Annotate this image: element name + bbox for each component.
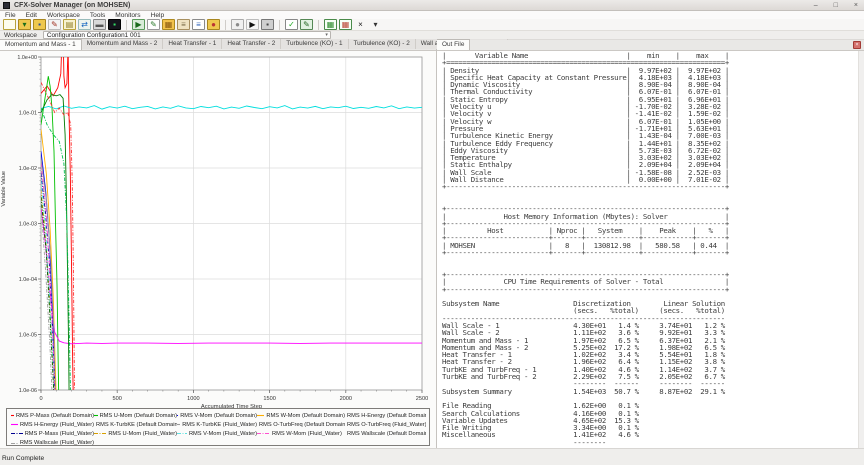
main-area: Momentum and Mass - 1Momentum and Mass -… bbox=[0, 40, 864, 448]
svg-text:1.0e+00: 1.0e+00 bbox=[17, 55, 37, 61]
start-run-icon[interactable]: ▶ bbox=[246, 19, 259, 30]
menubar: FileEditWorkspaceToolsMonitorsHelp bbox=[0, 11, 864, 19]
tab-momentum-and-mass-1[interactable]: Momentum and Mass - 1 bbox=[0, 39, 82, 50]
more-icon[interactable]: ▾ bbox=[369, 19, 382, 30]
svg-text:1.0e-04: 1.0e-04 bbox=[19, 277, 37, 283]
legend-item: RMS K-TurbKE (Fluid_Water) bbox=[177, 422, 257, 428]
tab-momentum-and-mass-2[interactable]: Momentum and Mass - 2 bbox=[82, 39, 164, 49]
legend-item: RMS U-Mom (Fluid_Water) bbox=[94, 431, 177, 437]
legend-item: RMS K-TurbKE (Default Domain) bbox=[94, 422, 177, 428]
residual-chart: Variable Value 0 500 1000 1500 2000 2500 1.0e+… bbox=[0, 51, 437, 408]
legend-item: RMS U-Mom (Default Domain) bbox=[94, 413, 177, 419]
notes-icon[interactable]: ≡ bbox=[177, 19, 190, 30]
legend-item: RMS H-Energy (Fluid_Water) bbox=[11, 422, 94, 428]
out-file-scrollbar[interactable] bbox=[858, 51, 864, 448]
workspace-combobox[interactable]: Configuration Configuration1 001 ▾ bbox=[43, 31, 331, 39]
toolbar: ▾▪✎▤⇄▬▪▶✎▦≡≡●●▶▪✓✎▦▦×▾ bbox=[0, 19, 864, 31]
legend-item: RMS Wallscale (Default Domain) bbox=[345, 431, 426, 437]
monitor-tabbar: Momentum and Mass - 1Momentum and Mass -… bbox=[0, 40, 436, 51]
stop-icon[interactable]: × bbox=[354, 19, 367, 30]
svg-text:2500: 2500 bbox=[416, 396, 428, 402]
define-run-icon[interactable]: ▶ bbox=[132, 19, 145, 30]
svg-text:2000: 2000 bbox=[340, 396, 352, 402]
legend-item: RMS H-Energy (Default Domain) bbox=[345, 413, 426, 419]
out-file-panel: Out File × | Variable Name | min | max |… bbox=[437, 40, 864, 448]
new-file-icon[interactable] bbox=[3, 19, 16, 30]
tab-heat-transfer-1[interactable]: Heat Transfer - 1 bbox=[163, 39, 222, 49]
table-icon[interactable]: ▦ bbox=[324, 19, 337, 30]
toolbar-separator bbox=[126, 20, 127, 30]
open-file-icon[interactable]: ▾ bbox=[18, 19, 31, 30]
out-file-text: | Variable Name | min | max | +=========… bbox=[437, 51, 858, 448]
legend-item: RMS V-Mom (Fluid_Water) bbox=[177, 431, 257, 437]
titlebar: CFX-Solver Manager (on MOHSEN) – □ × bbox=[0, 0, 864, 11]
menu-workspace[interactable]: Workspace bbox=[42, 12, 85, 19]
legend-item: RMS O-TurbFreq (Default Domain) bbox=[257, 422, 345, 428]
solver-control-icon[interactable]: ▦ bbox=[162, 19, 175, 30]
edit-definition-icon[interactable]: ✎ bbox=[147, 19, 160, 30]
save-state-icon[interactable]: ▪ bbox=[261, 19, 274, 30]
copy-icon[interactable]: ▤ bbox=[63, 19, 76, 30]
chart-canvas: 0 500 1000 1500 2000 2500 1.0e+00 1.0e-01 1.0e-0… bbox=[0, 51, 437, 408]
monitor-panel: Momentum and Mass - 1Momentum and Mass -… bbox=[0, 40, 437, 448]
refresh-icon[interactable]: ⇄ bbox=[78, 19, 91, 30]
workspace-label: Workspace bbox=[0, 32, 43, 39]
status-text: Run Complete bbox=[2, 455, 44, 462]
app-icon bbox=[3, 2, 10, 9]
print-icon[interactable]: ▬ bbox=[93, 19, 106, 30]
menu-file[interactable]: File bbox=[0, 12, 21, 19]
toolbar-separator bbox=[225, 20, 226, 30]
svg-text:500: 500 bbox=[113, 396, 122, 402]
legend-item: RMS P-Mass (Default Domain) bbox=[11, 413, 94, 419]
cfx-solver-manager-window: CFX-Solver Manager (on MOHSEN) – □ × Fil… bbox=[0, 0, 864, 465]
statusbar: Run Complete bbox=[0, 448, 864, 465]
minimize-button[interactable]: – bbox=[814, 1, 818, 10]
legend-item: RMS W-Mom (Default Domain) bbox=[257, 413, 345, 419]
svg-text:0: 0 bbox=[39, 396, 42, 402]
legend-item: RMS P-Mass (Fluid_Water) bbox=[11, 431, 94, 437]
tab-out-file[interactable]: Out File bbox=[437, 39, 470, 50]
y-axis-title: Variable Value bbox=[1, 171, 7, 207]
display-icon[interactable]: ▪ bbox=[108, 19, 121, 30]
menu-tools[interactable]: Tools bbox=[85, 12, 110, 19]
toolbar-separator bbox=[318, 20, 319, 30]
svg-text:1.0e-03: 1.0e-03 bbox=[19, 222, 37, 228]
svg-text:1.0e-05: 1.0e-05 bbox=[19, 333, 37, 339]
tab-turbulence-ko-1[interactable]: Turbulence (KO) - 1 bbox=[281, 39, 348, 49]
menu-monitors[interactable]: Monitors bbox=[110, 12, 145, 19]
chevron-down-icon: ▾ bbox=[325, 32, 330, 38]
legend-item: RMS V-Mom (Default Domain) bbox=[177, 413, 257, 419]
table-export-icon[interactable]: ▦ bbox=[339, 19, 352, 30]
edit-icon[interactable]: ✎ bbox=[48, 19, 61, 30]
menu-edit[interactable]: Edit bbox=[21, 12, 42, 19]
legend-item: RMS O-TurbFreq (Fluid_Water) bbox=[345, 422, 426, 428]
out-file-close-button[interactable]: × bbox=[853, 41, 861, 49]
legend-item: RMS W-Mom (Fluid_Water) bbox=[257, 431, 345, 437]
chart-legend: RMS P-Mass (Default Domain)RMS U-Mom (De… bbox=[6, 408, 430, 446]
archive-icon[interactable]: ● bbox=[207, 19, 220, 30]
menu-help[interactable]: Help bbox=[146, 12, 170, 19]
legend-item: RMS Wallscale (Fluid_Water) bbox=[11, 440, 94, 446]
tab-turbulence-ko-2[interactable]: Turbulence (KO) - 2 bbox=[349, 39, 416, 49]
monitor-edit-icon[interactable]: ✎ bbox=[300, 19, 313, 30]
close-button[interactable]: × bbox=[854, 1, 858, 10]
out-file-tabbar: Out File × bbox=[437, 40, 864, 51]
tab-heat-transfer-2[interactable]: Heat Transfer - 2 bbox=[222, 39, 281, 49]
remote-host-icon[interactable]: ● bbox=[231, 19, 244, 30]
svg-text:1.0e-02: 1.0e-02 bbox=[19, 166, 37, 172]
svg-text:1.0e-06: 1.0e-06 bbox=[19, 388, 37, 394]
save-file-icon[interactable]: ▪ bbox=[33, 19, 46, 30]
window-title: CFX-Solver Manager (on MOHSEN) bbox=[14, 2, 130, 9]
maximize-button[interactable]: □ bbox=[834, 1, 838, 10]
monitor-check-icon[interactable]: ✓ bbox=[285, 19, 298, 30]
workspace-value: Configuration Configuration1 001 bbox=[47, 32, 141, 39]
svg-text:1.0e-01: 1.0e-01 bbox=[19, 111, 37, 117]
svg-text:1500: 1500 bbox=[263, 396, 275, 402]
svg-text:1000: 1000 bbox=[187, 396, 199, 402]
toolbar-separator bbox=[279, 20, 280, 30]
report-icon[interactable]: ≡ bbox=[192, 19, 205, 30]
